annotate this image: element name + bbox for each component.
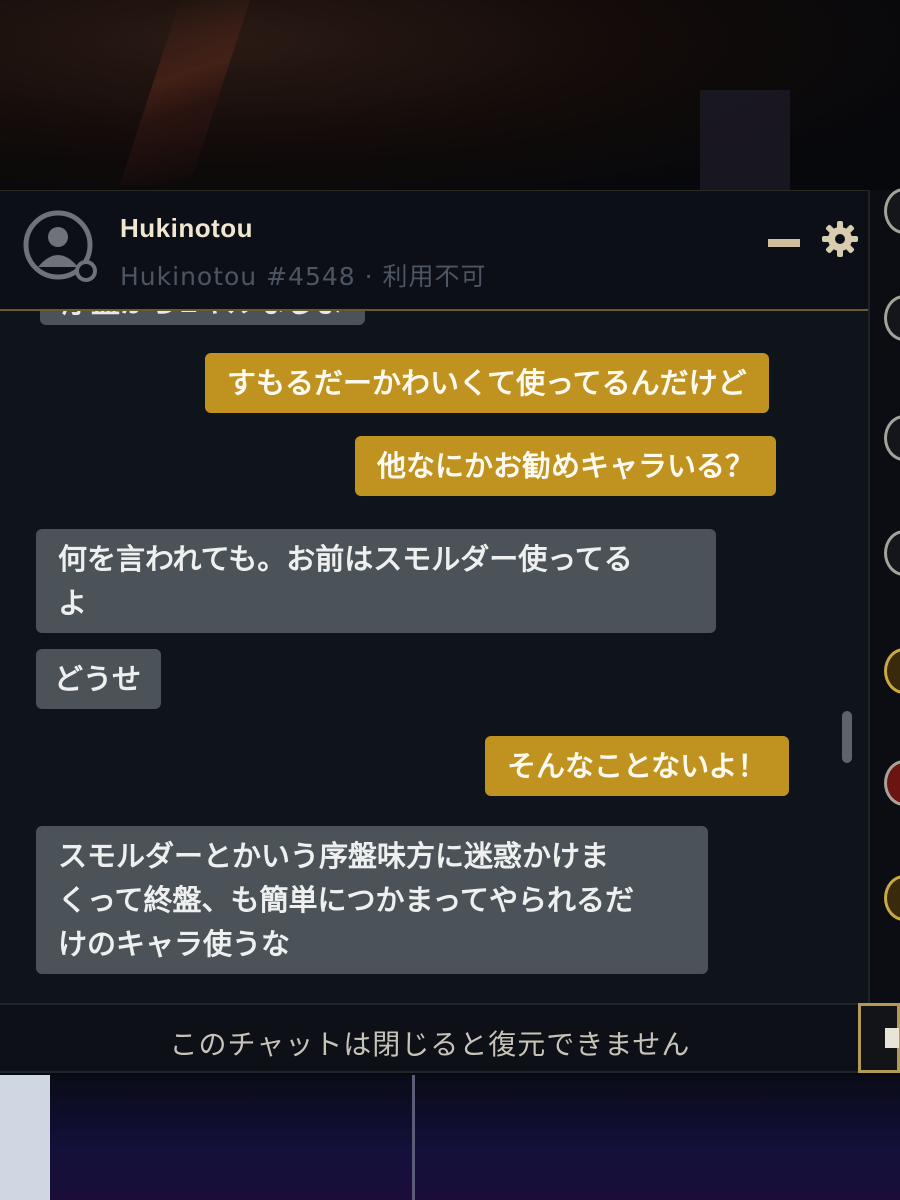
chat-message-outgoing: そんなことないよ！ xyxy=(485,736,789,796)
game-background-bottom xyxy=(0,1075,900,1200)
chat-message-incoming: 序盤から1キルなしま xyxy=(40,311,366,325)
background-art-block xyxy=(700,90,790,190)
chat-message-outgoing: 他なにかお勧めキャラいる？ xyxy=(355,436,777,496)
chat-close-warning: このチャットは閉じると復元できません xyxy=(169,1028,691,1061)
chat-notice-bar: このチャットは閉じると復元できません xyxy=(0,1003,860,1073)
message-list: 序盤から1キルなしま すもるだーかわいくて使ってるんだけど 他なにかお勧めキャラ… xyxy=(0,311,840,1006)
background-art-streak xyxy=(119,0,251,185)
background-divider xyxy=(412,1075,415,1200)
friend-avatar[interactable] xyxy=(884,188,900,234)
background-panel xyxy=(0,1075,50,1200)
gear-icon[interactable] xyxy=(820,219,860,259)
friend-list-strip xyxy=(868,188,900,1005)
friend-avatar[interactable] xyxy=(884,648,900,694)
chat-message-incoming: どうせ xyxy=(36,649,162,709)
chat-window: Hukinotou Hukinotou #4548 · 利用不可 序盤から1キル… xyxy=(0,190,868,1005)
side-toggle-button[interactable] xyxy=(858,1003,900,1073)
chat-header: Hukinotou Hukinotou #4548 · 利用不可 xyxy=(0,191,868,311)
friend-avatar[interactable] xyxy=(884,875,900,921)
friend-avatar[interactable] xyxy=(884,760,900,806)
chat-username: Hukinotou xyxy=(120,213,254,243)
game-background xyxy=(0,0,900,205)
friend-avatar[interactable] xyxy=(884,530,900,576)
minimize-icon[interactable] xyxy=(768,239,800,247)
chat-message-incoming: 何を言われても。お前はスモルダー使ってる よ xyxy=(36,529,716,633)
friend-avatar[interactable] xyxy=(884,415,900,461)
chat-scrollbar[interactable] xyxy=(842,711,852,763)
chat-message-outgoing: すもるだーかわいくて使ってるんだけど xyxy=(205,353,769,413)
chat-user-status: Hukinotou #4548 · 利用不可 xyxy=(120,262,487,291)
friend-avatar[interactable] xyxy=(884,295,900,341)
user-avatar-icon xyxy=(23,210,97,282)
side-toggle-icon xyxy=(885,1028,899,1048)
chat-message-incoming: スモルダーとかいう序盤味方に迷惑かけま くって終盤、も簡単につかまってやられるだ… xyxy=(36,826,708,974)
